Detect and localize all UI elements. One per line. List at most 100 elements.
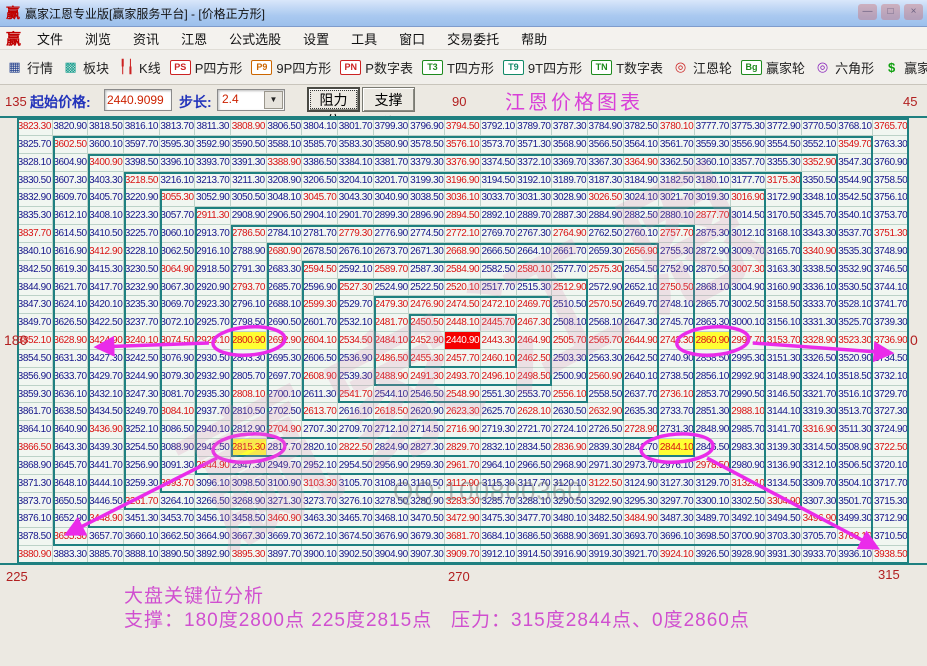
price-cell: 2985.70 <box>731 421 767 439</box>
price-cell: 3811.30 <box>195 118 231 136</box>
price-cell: 3777.70 <box>695 118 731 136</box>
price-cell: 3684.10 <box>481 528 517 546</box>
menu-item-文件[interactable]: 文件 <box>26 29 74 48</box>
toolbar-item-label: T数字表 <box>616 58 663 77</box>
support-button[interactable]: 支撑位 <box>362 87 415 112</box>
menu-item-设置[interactable]: 设置 <box>292 29 340 48</box>
price-cell: 3540.10 <box>838 207 874 225</box>
price-cell: 3708.10 <box>838 528 874 546</box>
price-cell: 3564.10 <box>624 136 660 154</box>
minimize-button[interactable]: — <box>858 4 877 20</box>
menu-item-资讯[interactable]: 资讯 <box>122 29 170 48</box>
toolbar-item-9T四方形[interactable]: T99T四方形 <box>503 58 582 77</box>
price-cell: 3144.10 <box>766 403 802 421</box>
price-cell: 2676.10 <box>338 243 374 261</box>
price-cell: 3451.30 <box>124 510 160 528</box>
price-cell: 3268.90 <box>231 493 267 511</box>
price-cell: 2462.50 <box>517 350 553 368</box>
price-cell: 2906.50 <box>267 207 303 225</box>
toolbar-item-label: P数字表 <box>365 58 413 77</box>
toolbar-item-赢家轮[interactable]: Bg赢家轮 <box>741 58 805 77</box>
price-cell: 2884.90 <box>588 207 624 225</box>
price-cell: 2896.90 <box>409 207 445 225</box>
price-cell: 3710.50 <box>873 528 909 546</box>
price-cell: 3122.50 <box>588 475 624 493</box>
toolbar-item-板块[interactable]: ▩板块 <box>62 58 109 77</box>
price-cell: 3280.90 <box>409 493 445 511</box>
price-cell: 3592.90 <box>195 136 231 154</box>
price-cell: 3513.70 <box>838 403 874 421</box>
price-cell: 2872.90 <box>695 243 731 261</box>
price-cell: 3936.10 <box>838 546 874 564</box>
toolbar-item-江恩轮[interactable]: ◎江恩轮 <box>672 58 732 77</box>
toolbar-item-T四方形[interactable]: T3T四方形 <box>422 58 494 77</box>
price-cell: 3379.30 <box>409 154 445 172</box>
price-cell: 3372.10 <box>517 154 553 172</box>
menu-item-浏览[interactable]: 浏览 <box>74 29 122 48</box>
toolbar-item-T数字表[interactable]: TNT数字表 <box>591 58 663 77</box>
price-cell: 2901.70 <box>338 207 374 225</box>
toolbar-item-六角形[interactable]: ◎六角形 <box>814 58 874 77</box>
chevron-down-icon[interactable]: ▼ <box>264 91 283 109</box>
menu-item-工具[interactable]: 工具 <box>340 29 388 48</box>
resistance-button[interactable]: 阻力位 <box>307 87 360 112</box>
price-cell: 3139.30 <box>766 439 802 457</box>
price-cell: 3612.10 <box>53 207 89 225</box>
menu-item-交易委托[interactable]: 交易委托 <box>436 29 510 48</box>
toolbar-item-P四方形[interactable]: PSP四方形 <box>170 58 243 77</box>
price-cell: 3909.70 <box>445 546 481 564</box>
quotes-grid-icon: ▦ <box>6 59 23 75</box>
price-cell: 3883.30 <box>53 546 89 564</box>
price-cell: 2784.10 <box>267 225 303 243</box>
price-cell: 3456.10 <box>195 510 231 528</box>
price-cell: 3412.90 <box>88 243 124 261</box>
price-cell: 3727.30 <box>873 403 909 421</box>
price-cell: 3016.90 <box>731 189 767 207</box>
angle-label-270: 270 <box>448 569 470 584</box>
menu-item-窗口[interactable]: 窗口 <box>388 29 436 48</box>
price-cell: 3391.30 <box>231 154 267 172</box>
close-button[interactable]: × <box>904 4 923 20</box>
kline-candle-icon: ╿╽ <box>118 59 135 75</box>
price-cell: 2450.50 <box>409 314 445 332</box>
price-cell: 3321.70 <box>802 386 838 404</box>
start-price-input[interactable] <box>104 89 172 111</box>
price-cell: 3124.90 <box>624 475 660 493</box>
toolbar-item-赢家服务[interactable]: $赢家服务 <box>883 58 927 77</box>
price-cell: 3892.90 <box>195 546 231 564</box>
price-cell: 3657.70 <box>88 528 124 546</box>
toolbar-item-label: 行情 <box>27 58 53 77</box>
t9-square-icon: T9 <box>503 60 524 75</box>
price-cell: 2899.30 <box>374 207 410 225</box>
toolbar-item-9P四方形[interactable]: P99P四方形 <box>251 58 331 77</box>
price-cell: 3420.10 <box>88 296 124 314</box>
toolbar-item-K线[interactable]: ╿╽K线 <box>118 58 161 77</box>
price-cell: 3492.10 <box>731 510 767 528</box>
price-cell: 3844.90 <box>17 279 53 297</box>
price-cell: 2644.90 <box>624 332 660 350</box>
maximize-button[interactable]: □ <box>881 4 900 20</box>
price-cell: 3772.90 <box>766 118 802 136</box>
menu-item-江恩[interactable]: 江恩 <box>170 29 218 48</box>
price-cell: 3304.90 <box>766 493 802 511</box>
price-cell: 3384.10 <box>338 154 374 172</box>
price-cell: 2776.90 <box>374 225 410 243</box>
price-cell: 2628.10 <box>517 403 553 421</box>
price-cell: 3921.70 <box>624 546 660 564</box>
price-cell: 3177.70 <box>731 172 767 190</box>
menu-item-公式选股[interactable]: 公式选股 <box>218 29 292 48</box>
price-cell: 3086.50 <box>160 421 196 439</box>
price-cell: 3002.50 <box>731 296 767 314</box>
control-row: 135 起始价格: 步长: 2.4 ▼ 阻力位 支撑位 90 江恩价格图表 45 <box>0 86 927 117</box>
price-cell: 2908.90 <box>231 207 267 225</box>
toolbar-item-P数字表[interactable]: PNP数字表 <box>340 58 413 77</box>
price-cell: 3043.30 <box>338 189 374 207</box>
price-cell: 2839.30 <box>588 439 624 457</box>
toolbar-item-label: K线 <box>139 58 161 77</box>
toolbar-item-行情[interactable]: ▦行情 <box>6 58 53 77</box>
step-dropdown[interactable]: 2.4 ▼ <box>217 89 285 111</box>
price-cell: 3458.50 <box>231 510 267 528</box>
price-cell: 3746.50 <box>873 261 909 279</box>
menu-item-帮助[interactable]: 帮助 <box>510 29 558 48</box>
price-cell: 3696.10 <box>659 528 695 546</box>
